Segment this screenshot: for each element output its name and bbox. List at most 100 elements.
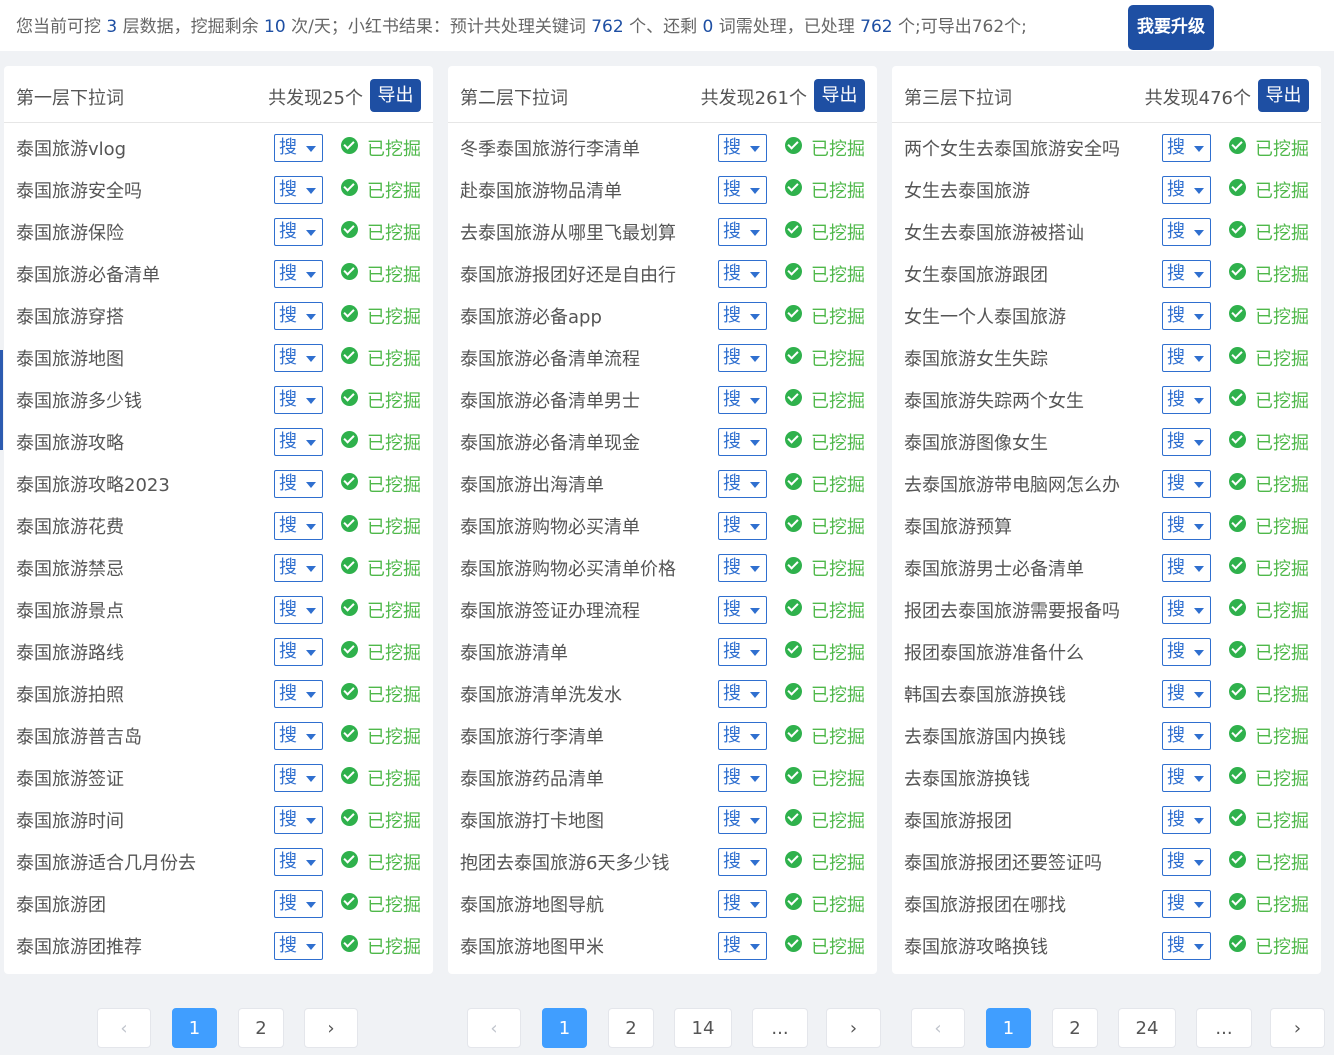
search-dropdown[interactable]: 搜 [274, 722, 323, 750]
search-dropdown[interactable]: 搜 [1162, 890, 1211, 918]
export-button[interactable]: 导出 [370, 79, 421, 112]
upgrade-button[interactable]: 我要升级 [1128, 5, 1214, 50]
keyword-text[interactable]: 去泰国旅游换钱 [904, 765, 1030, 791]
export-button[interactable]: 导出 [1258, 79, 1309, 112]
search-dropdown[interactable]: 搜 [718, 638, 767, 666]
search-dropdown[interactable]: 搜 [1162, 596, 1211, 624]
search-dropdown[interactable]: 搜 [1162, 344, 1211, 372]
search-dropdown[interactable]: 搜 [718, 386, 767, 414]
keyword-text[interactable]: 泰国旅游攻略换钱 [904, 933, 1048, 959]
search-dropdown[interactable]: 搜 [718, 512, 767, 540]
search-dropdown[interactable]: 搜 [718, 890, 767, 918]
search-dropdown[interactable]: 搜 [1162, 428, 1211, 456]
search-dropdown[interactable]: 搜 [274, 512, 323, 540]
search-dropdown[interactable]: 搜 [718, 764, 767, 792]
keyword-text[interactable]: 泰国旅游拍照 [16, 681, 124, 707]
keyword-text[interactable]: 泰国旅游必备app [460, 303, 602, 329]
search-dropdown[interactable]: 搜 [1162, 470, 1211, 498]
keyword-text[interactable]: 泰国旅游必备清单流程 [460, 345, 640, 371]
keyword-text[interactable]: 泰国旅游清单洗发水 [460, 681, 622, 707]
keyword-text[interactable]: 泰国旅游攻略 [16, 429, 124, 455]
search-dropdown[interactable]: 搜 [718, 848, 767, 876]
search-dropdown[interactable]: 搜 [1162, 554, 1211, 582]
keyword-text[interactable]: 泰国旅游行李清单 [460, 723, 604, 749]
keyword-text[interactable]: 泰国旅游药品清单 [460, 765, 604, 791]
keyword-text[interactable]: 韩国去泰国旅游换钱 [904, 681, 1066, 707]
search-dropdown[interactable]: 搜 [274, 848, 323, 876]
keyword-text[interactable]: 泰国旅游打卡地图 [460, 807, 604, 833]
search-dropdown[interactable]: 搜 [274, 302, 323, 330]
search-dropdown[interactable]: 搜 [718, 722, 767, 750]
search-dropdown[interactable]: 搜 [1162, 218, 1211, 246]
search-dropdown[interactable]: 搜 [274, 680, 323, 708]
keyword-text[interactable]: 泰国旅游穿搭 [16, 303, 124, 329]
keyword-text[interactable]: 赴泰国旅游物品清单 [460, 177, 622, 203]
keyword-text[interactable]: 泰国旅游安全吗 [16, 177, 142, 203]
search-dropdown[interactable]: 搜 [718, 554, 767, 582]
search-dropdown[interactable]: 搜 [274, 596, 323, 624]
search-dropdown[interactable]: 搜 [718, 344, 767, 372]
search-dropdown[interactable]: 搜 [1162, 134, 1211, 162]
pager-page-2[interactable]: 2 [238, 1008, 284, 1048]
search-dropdown[interactable]: 搜 [274, 344, 323, 372]
keyword-text[interactable]: 泰国旅游清单 [460, 639, 568, 665]
pager-ellipsis[interactable]: ... [1196, 1008, 1252, 1048]
search-dropdown[interactable]: 搜 [718, 428, 767, 456]
keyword-text[interactable]: 泰国旅游普吉岛 [16, 723, 142, 749]
search-dropdown[interactable]: 搜 [1162, 932, 1211, 960]
pager-page-2[interactable]: 2 [608, 1008, 654, 1048]
search-dropdown[interactable]: 搜 [274, 932, 323, 960]
search-dropdown[interactable]: 搜 [718, 596, 767, 624]
search-dropdown[interactable]: 搜 [274, 806, 323, 834]
search-dropdown[interactable]: 搜 [274, 428, 323, 456]
keyword-text[interactable]: 泰国旅游报团在哪找 [904, 891, 1066, 917]
search-dropdown[interactable]: 搜 [1162, 848, 1211, 876]
keyword-text[interactable]: 泰国旅游团推荐 [16, 933, 142, 959]
pager-next-button[interactable]: › [1270, 1008, 1325, 1048]
pager-prev-button[interactable]: ‹ [97, 1008, 151, 1048]
pager-next-button[interactable]: › [826, 1008, 881, 1048]
search-dropdown[interactable]: 搜 [718, 302, 767, 330]
search-dropdown[interactable]: 搜 [1162, 638, 1211, 666]
search-dropdown[interactable]: 搜 [274, 638, 323, 666]
keyword-text[interactable]: 泰国旅游地图 [16, 345, 124, 371]
keyword-text[interactable]: 泰国旅游团 [16, 891, 106, 917]
keyword-text[interactable]: 泰国旅游图像女生 [904, 429, 1048, 455]
search-dropdown[interactable]: 搜 [718, 176, 767, 204]
search-dropdown[interactable]: 搜 [718, 470, 767, 498]
pager-page-1[interactable]: 1 [172, 1008, 217, 1048]
keyword-text[interactable]: 泰国旅游必备清单男士 [460, 387, 640, 413]
search-dropdown[interactable]: 搜 [1162, 176, 1211, 204]
keyword-text[interactable]: 两个女生去泰国旅游安全吗 [904, 135, 1120, 161]
search-dropdown[interactable]: 搜 [1162, 512, 1211, 540]
search-dropdown[interactable]: 搜 [718, 806, 767, 834]
search-dropdown[interactable]: 搜 [274, 260, 323, 288]
keyword-text[interactable]: 泰国旅游预算 [904, 513, 1012, 539]
pager-page-last[interactable]: 14 [674, 1008, 732, 1048]
keyword-text[interactable]: 泰国旅游禁忌 [16, 555, 124, 581]
keyword-text[interactable]: 去泰国旅游带电脑网怎么办 [904, 471, 1120, 497]
search-dropdown[interactable]: 搜 [1162, 722, 1211, 750]
keyword-text[interactable]: 去泰国旅游国内换钱 [904, 723, 1066, 749]
keyword-text[interactable]: 泰国旅游地图导航 [460, 891, 604, 917]
search-dropdown[interactable]: 搜 [1162, 680, 1211, 708]
keyword-text[interactable]: 泰国旅游女生失踪 [904, 345, 1048, 371]
search-dropdown[interactable]: 搜 [718, 680, 767, 708]
keyword-text[interactable]: 泰国旅游景点 [16, 597, 124, 623]
search-dropdown[interactable]: 搜 [274, 386, 323, 414]
keyword-text[interactable]: 女生泰国旅游跟团 [904, 261, 1048, 287]
keyword-text[interactable]: 泰国旅游失踪两个女生 [904, 387, 1084, 413]
keyword-text[interactable]: 泰国旅游签证办理流程 [460, 597, 640, 623]
keyword-text[interactable]: 女生一个人泰国旅游 [904, 303, 1066, 329]
search-dropdown[interactable]: 搜 [1162, 302, 1211, 330]
keyword-text[interactable]: 泰国旅游购物必买清单价格 [460, 555, 676, 581]
keyword-text[interactable]: 泰国旅游多少钱 [16, 387, 142, 413]
search-dropdown[interactable]: 搜 [274, 470, 323, 498]
search-dropdown[interactable]: 搜 [1162, 764, 1211, 792]
search-dropdown[interactable]: 搜 [274, 134, 323, 162]
pager-page-1[interactable]: 1 [986, 1008, 1031, 1048]
search-dropdown[interactable]: 搜 [274, 176, 323, 204]
search-dropdown[interactable]: 搜 [718, 218, 767, 246]
keyword-text[interactable]: 泰国旅游报团好还是自由行 [460, 261, 676, 287]
keyword-text[interactable]: 报团泰国旅游准备什么 [904, 639, 1084, 665]
